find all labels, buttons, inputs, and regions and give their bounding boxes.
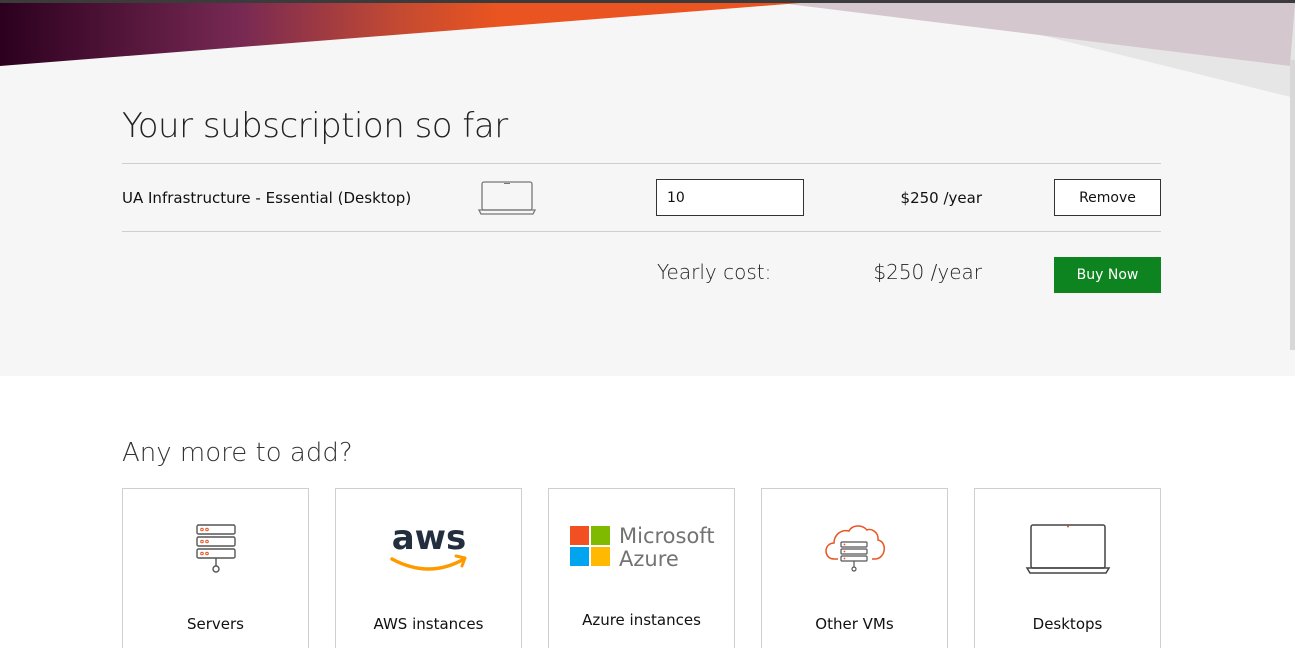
subscription-item-name: UA Infrastructure - Essential (Desktop) [122,189,412,207]
yearly-cost-value: $250 /year [873,260,982,284]
laptop-icon [478,181,536,215]
yearly-cost-label: Yearly cost: [657,260,772,284]
remove-button[interactable]: Remove [1054,179,1161,216]
page-title: Your subscription so far [122,106,508,146]
azure-logo-line2: Azure [619,547,679,569]
divider-top [122,163,1161,164]
quantity-input[interactable] [656,179,804,216]
card-label-azure: Azure instances [582,611,701,629]
laptop-icon [1025,524,1111,574]
product-card-aws[interactable]: aws AWS instances [335,488,522,648]
product-card-other-vms[interactable]: Other VMs [761,488,948,648]
aws-logo-text: aws [392,518,467,558]
aws-logo: aws [390,518,467,571]
server-icon [196,524,236,573]
card-label-aws: AWS instances [373,615,484,633]
buy-now-button[interactable]: Buy Now [1054,257,1161,293]
divider-bottom [122,231,1161,232]
card-label-other-vms: Other VMs [815,615,894,633]
azure-logo: Microsoft Azure [570,524,715,569]
scrollbar[interactable] [1290,60,1295,350]
product-card-desktops[interactable]: Desktops [974,488,1161,648]
subscription-item-price: $250 /year [900,189,982,207]
cloud-server-icon [825,525,885,572]
product-card-azure[interactable]: Microsoft Azure Azure instances [548,488,735,648]
section-title-more: Any more to add? [122,438,353,468]
product-card-servers[interactable]: Servers [122,488,309,648]
card-label-servers: Servers [186,615,244,633]
header-banner [0,3,1295,98]
top-border [0,0,1295,3]
card-label-desktops: Desktops [1032,615,1103,633]
azure-logo-line1: Microsoft [619,524,715,548]
